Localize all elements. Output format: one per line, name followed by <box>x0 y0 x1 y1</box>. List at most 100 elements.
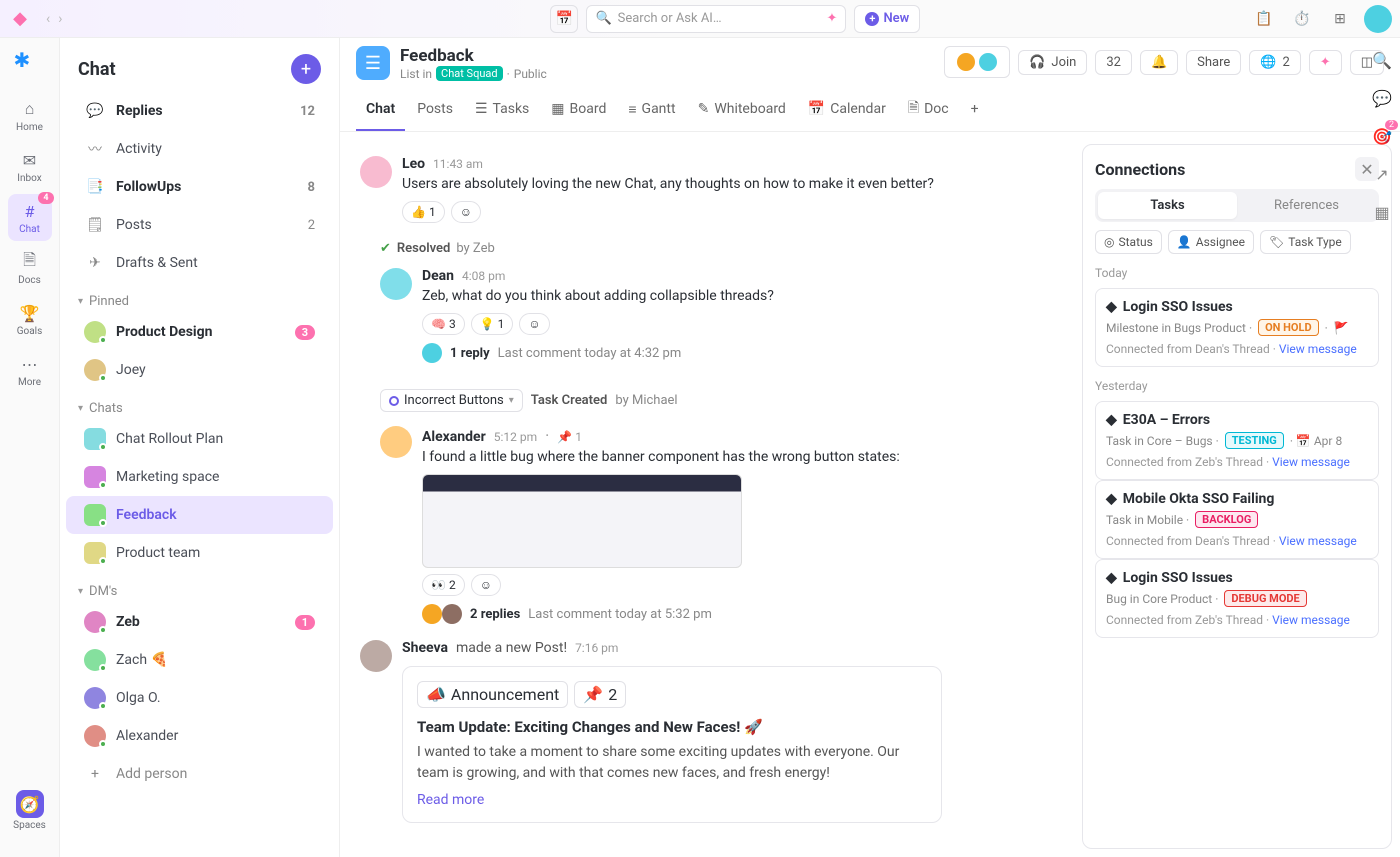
tab-tasks[interactable]: ☰Tasks <box>465 89 539 131</box>
reaction-bulb[interactable]: 💡 1 <box>471 313 514 335</box>
history-back-icon[interactable]: ‹ <box>46 11 50 27</box>
list-item[interactable]: Zach 🍕 <box>66 641 333 679</box>
view-message-link[interactable]: View message <box>1272 455 1350 469</box>
tab-whiteboard[interactable]: ✎Whiteboard <box>688 89 796 131</box>
task-chip[interactable]: Incorrect Buttons▾ <box>380 389 523 412</box>
reaction-brain[interactable]: 🧠 3 <box>422 313 465 335</box>
avatar[interactable] <box>380 426 412 458</box>
list-item[interactable]: Alexander <box>66 717 333 755</box>
filter-tasktype[interactable]: 🏷Task Type <box>1260 230 1351 254</box>
pin-chip[interactable]: 📌2 <box>574 681 626 708</box>
avatar[interactable] <box>360 156 392 188</box>
conn-tab-tasks[interactable]: Tasks <box>1098 192 1237 219</box>
rail-chat[interactable]: #4Chat <box>8 194 52 241</box>
ai-sparkle-button[interactable]: ✦ <box>1309 50 1342 75</box>
new-chat-button[interactable]: + <box>291 54 321 84</box>
rail-more[interactable]: ⋯More <box>8 347 52 394</box>
dms-header[interactable]: ▾DM's <box>60 572 339 603</box>
thread-replies-link[interactable]: 2 replies Last comment today at 5:32 pm <box>422 604 1062 624</box>
nav-followups[interactable]: 📑FollowUps8 <box>66 168 333 206</box>
nav-activity[interactable]: 〰Activity <box>66 130 333 168</box>
read-more-link[interactable]: Read more <box>417 792 927 808</box>
nav-drafts & sent[interactable]: ✈Drafts & Sent <box>66 244 333 282</box>
edge-rail: 🔍 💬 🎯2 ↗ ▦ <box>1364 38 1400 224</box>
connection-card[interactable]: ◆Mobile Okta SSO Failing Task in Mobile … <box>1095 480 1379 559</box>
join-button[interactable]: 🎧Join <box>1018 50 1087 75</box>
search-input[interactable]: 🔍 Search or Ask AI… ✦ <box>586 5 846 33</box>
members-pill[interactable] <box>944 46 1010 78</box>
search-icon: 🔍 <box>595 11 611 26</box>
edge-link-icon[interactable]: ↗ <box>1370 162 1394 186</box>
nav-posts[interactable]: 🗒Posts2 <box>66 206 333 244</box>
flag-icon: 🚩 <box>1334 321 1349 335</box>
reaction-eyes[interactable]: 👀 2 <box>422 574 465 596</box>
chats-header[interactable]: ▾Chats <box>60 389 339 420</box>
tab-calendar[interactable]: 📅Calendar <box>798 89 896 131</box>
post-card[interactable]: 📣Announcement 📌2 Team Update: Exciting C… <box>402 666 942 823</box>
conn-tab-references[interactable]: References <box>1237 192 1376 219</box>
add-reaction-button[interactable]: ☺ <box>471 574 501 596</box>
connection-card[interactable]: ◆E30A – Errors Task in Core – Bugs · TES… <box>1095 401 1379 480</box>
member-count-pill[interactable]: 32 <box>1095 50 1132 75</box>
rail-spaces[interactable]: 🧭Spaces <box>8 784 52 837</box>
edge-search-icon[interactable]: 🔍 <box>1370 48 1394 72</box>
filter-status[interactable]: ◎Status <box>1095 230 1162 254</box>
apps-grid-icon[interactable]: ⊞ <box>1326 5 1354 33</box>
rail-inbox[interactable]: ✉Inbox <box>8 143 52 190</box>
list-item[interactable]: Chat Rollout Plan <box>66 420 333 458</box>
globe-icon: 🌐 <box>1260 55 1276 70</box>
squad-chip[interactable]: Chat Squad <box>436 66 503 81</box>
pin-icon: 📌 1 <box>557 430 582 444</box>
gantt-icon: ≡ <box>628 101 636 118</box>
new-button[interactable]: + New <box>854 5 920 33</box>
avatar[interactable] <box>360 640 392 672</box>
rail-goals[interactable]: 🏆Goals <box>8 296 52 343</box>
workspace-logo-icon[interactable]: ✱ <box>14 48 46 80</box>
tab-gantt[interactable]: ≡Gantt <box>618 89 685 131</box>
thread-replies-link[interactable]: 1 reply Last comment today at 4:32 pm <box>422 343 1062 363</box>
list-item[interactable]: Olga O. <box>66 679 333 717</box>
tab-doc[interactable]: 🗎Doc <box>898 89 959 131</box>
tab-chat[interactable]: Chat <box>356 89 405 131</box>
list-item[interactable]: Feedback <box>66 496 333 534</box>
list-item[interactable]: Joey <box>66 351 333 389</box>
list-item[interactable]: Marketing space <box>66 458 333 496</box>
share-button[interactable]: Share <box>1186 50 1241 75</box>
connection-card[interactable]: ◆Login SSO Issues Bug in Core Product · … <box>1095 559 1379 638</box>
edge-comment-icon[interactable]: 💬 <box>1370 86 1394 110</box>
edge-target-icon[interactable]: 🎯2 <box>1370 124 1394 148</box>
nav-replies[interactable]: 💬Replies12 <box>66 92 333 130</box>
notifications-button[interactable]: 🔔 <box>1140 50 1178 75</box>
tab-board[interactable]: ▦Board <box>541 89 616 131</box>
stopwatch-icon[interactable]: ⏱️ <box>1288 5 1316 33</box>
list-item[interactable]: Product team <box>66 534 333 572</box>
view-message-link[interactable]: View message <box>1279 534 1357 548</box>
clipboard-icon[interactable]: 📋 <box>1250 5 1278 33</box>
app-logo-icon[interactable]: ◆ <box>8 7 32 31</box>
ai-sparkle-icon[interactable]: ✦ <box>827 11 838 26</box>
connections-panel: Connections ✕ Tasks References ◎Status 👤… <box>1082 144 1392 849</box>
view-message-link[interactable]: View message <box>1272 613 1350 627</box>
pinned-header[interactable]: ▾Pinned <box>60 282 339 313</box>
globe-pill[interactable]: 🌐2 <box>1249 50 1301 75</box>
rail-home[interactable]: ⌂Home <box>8 92 52 139</box>
list-item[interactable]: Product Design3 <box>66 313 333 351</box>
view-message-link[interactable]: View message <box>1279 342 1357 356</box>
edge-apps-icon[interactable]: ▦ <box>1370 200 1394 224</box>
calendar-icon[interactable]: 📅 <box>550 5 578 33</box>
reaction-thumbsup[interactable]: 👍 1 <box>402 201 445 223</box>
filter-assignee[interactable]: 👤Assignee <box>1168 230 1254 254</box>
announcement-chip[interactable]: 📣Announcement <box>417 681 568 708</box>
avatar[interactable] <box>380 268 412 300</box>
history-fwd-icon[interactable]: › <box>58 11 62 27</box>
add-view-button[interactable]: + <box>961 89 989 131</box>
image-attachment[interactable] <box>422 474 742 568</box>
user-avatar[interactable] <box>1364 5 1392 33</box>
tab-posts[interactable]: Posts <box>407 89 463 131</box>
rail-docs[interactable]: 🗎Docs <box>8 245 52 292</box>
add-person-button[interactable]: +Add person <box>66 755 333 793</box>
add-reaction-button[interactable]: ☺ <box>451 201 481 223</box>
connection-card[interactable]: ◆Login SSO Issues Milestone in Bugs Prod… <box>1095 288 1379 367</box>
list-item[interactable]: Zeb1 <box>66 603 333 641</box>
add-reaction-button[interactable]: ☺ <box>519 313 549 335</box>
